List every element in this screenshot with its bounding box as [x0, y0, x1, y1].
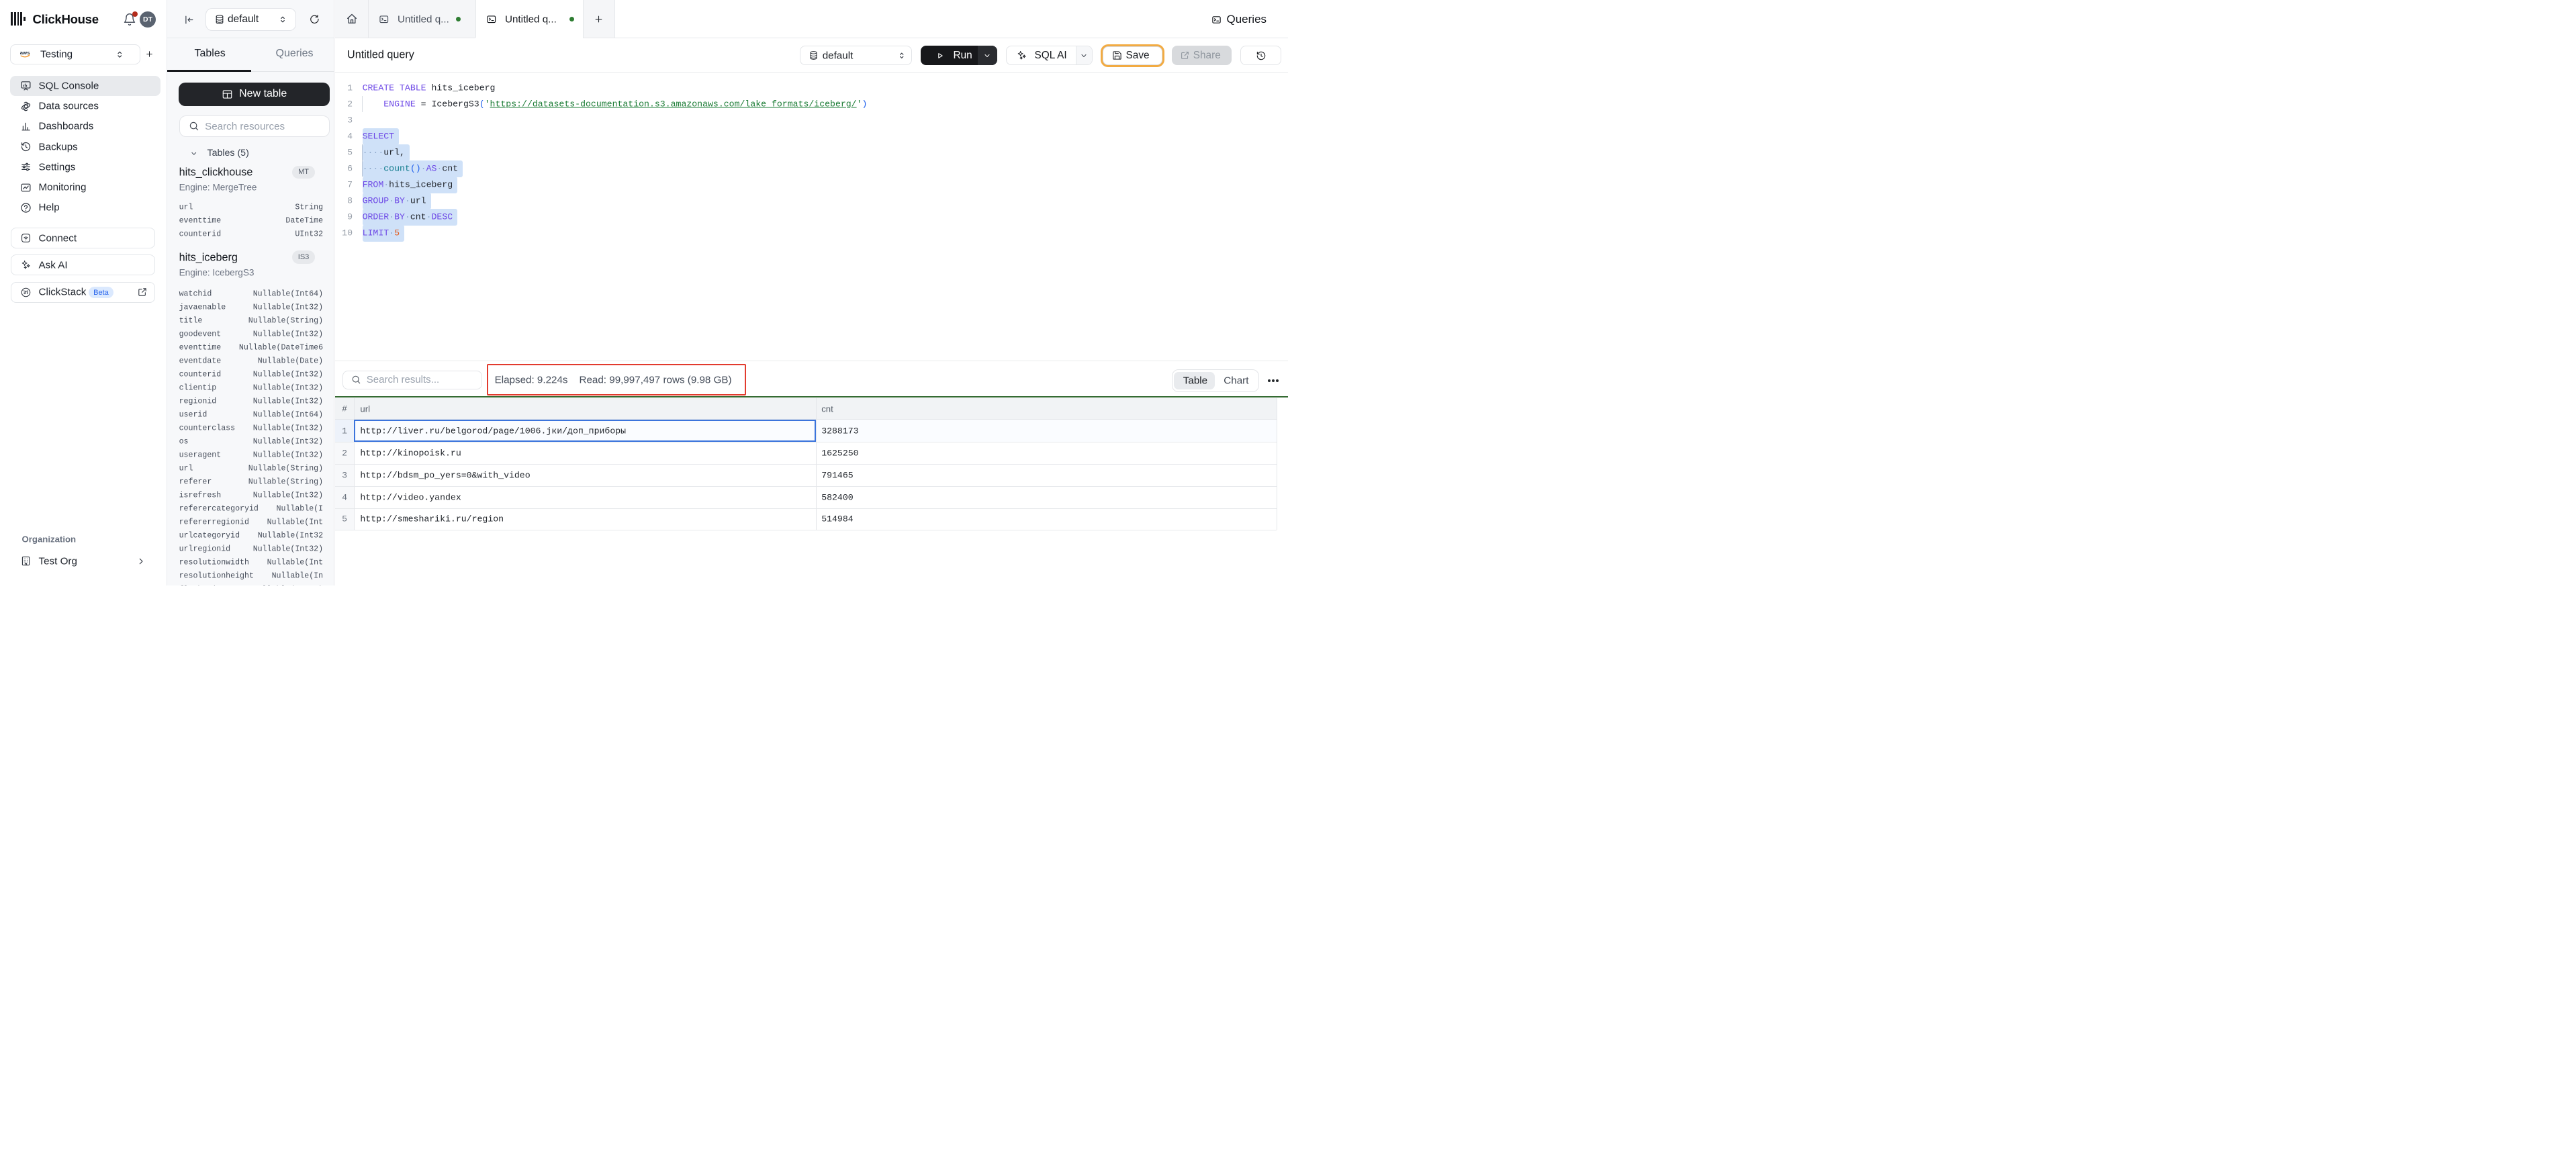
svg-text:aws: aws — [19, 50, 30, 56]
